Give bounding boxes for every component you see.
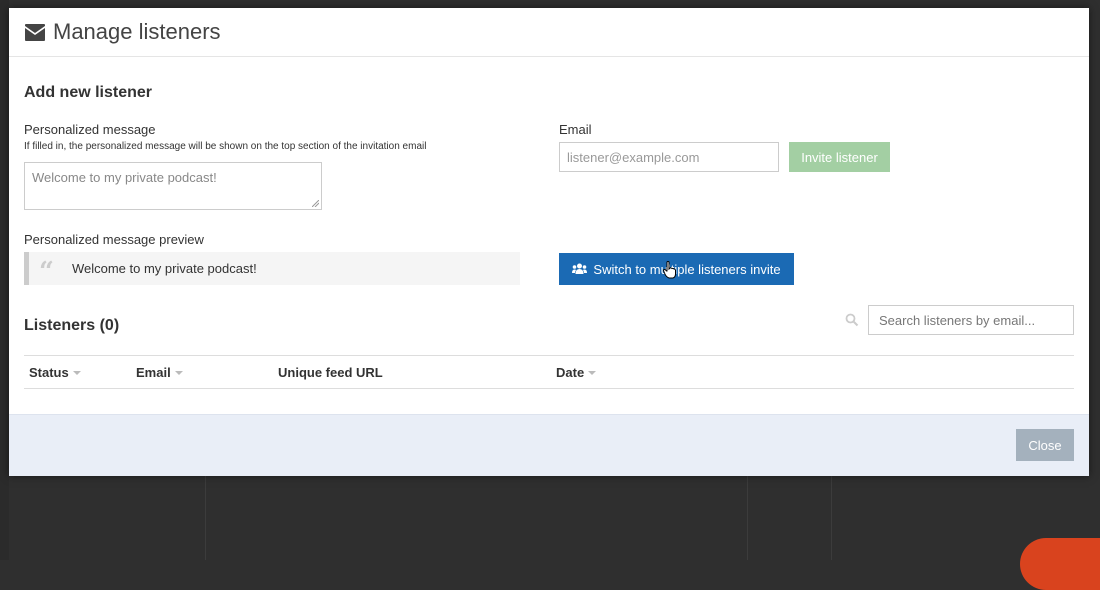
hand-cursor-icon [663, 261, 676, 279]
search-placeholder: Search listeners by email... [879, 312, 1036, 328]
background-chat-button[interactable] [1020, 538, 1100, 590]
email-field[interactable]: listener@example.com [559, 142, 779, 172]
column-date-label: Date [556, 365, 585, 380]
background-divider [831, 476, 832, 560]
message-placeholder: Welcome to my private podcast! [32, 170, 217, 185]
modal-title: Manage listeners [24, 19, 221, 45]
modal-title-text: Manage listeners [53, 19, 221, 44]
modal-header: Manage listeners [9, 8, 1089, 57]
column-feed-url-label: Unique feed URL [278, 365, 383, 380]
column-date[interactable]: Date [556, 365, 597, 380]
add-listener-heading: Add new listener [24, 84, 153, 101]
search-listeners-input[interactable]: Search listeners by email... [868, 305, 1074, 335]
preview-text: Welcome to my private podcast! [71, 261, 257, 276]
manage-listeners-modal: Manage listeners Add new listener Person… [9, 8, 1089, 476]
sort-caret-icon [72, 370, 81, 375]
column-email[interactable]: Email [136, 365, 183, 380]
column-email-label: Email [136, 365, 171, 380]
column-status[interactable]: Status [29, 365, 81, 380]
invite-listener-button[interactable]: Invite listener [789, 142, 890, 172]
background-divider [747, 476, 748, 560]
resize-grip-icon[interactable] [312, 200, 319, 207]
quote-icon: “ [39, 256, 54, 287]
message-help-text: If filled in, the personalized message w… [24, 141, 427, 152]
sort-caret-icon [174, 370, 183, 375]
users-icon [572, 263, 588, 274]
email-placeholder: listener@example.com [567, 149, 700, 165]
email-label: Email [559, 122, 592, 137]
modal-footer: Close [9, 414, 1089, 476]
sort-caret-icon [588, 370, 597, 375]
personalized-message-textarea[interactable]: Welcome to my private podcast! [24, 162, 322, 210]
message-label: Personalized message [24, 122, 156, 137]
listeners-heading: Listeners (0) [24, 317, 120, 334]
search-icon [845, 313, 859, 327]
preview-label: Personalized message preview [24, 232, 204, 247]
background-page [0, 0, 9, 560]
envelope-icon [25, 23, 45, 41]
message-preview: “ Welcome to my private podcast! [24, 252, 520, 287]
listeners-table-header: Status Email Unique feed URL Date [24, 355, 1074, 389]
column-status-label: Status [29, 365, 69, 380]
switch-button-label: Switch to multiple listeners invite [593, 261, 781, 277]
background-divider [205, 476, 206, 560]
close-button[interactable]: Close [1016, 429, 1074, 461]
column-feed-url: Unique feed URL [278, 365, 383, 380]
